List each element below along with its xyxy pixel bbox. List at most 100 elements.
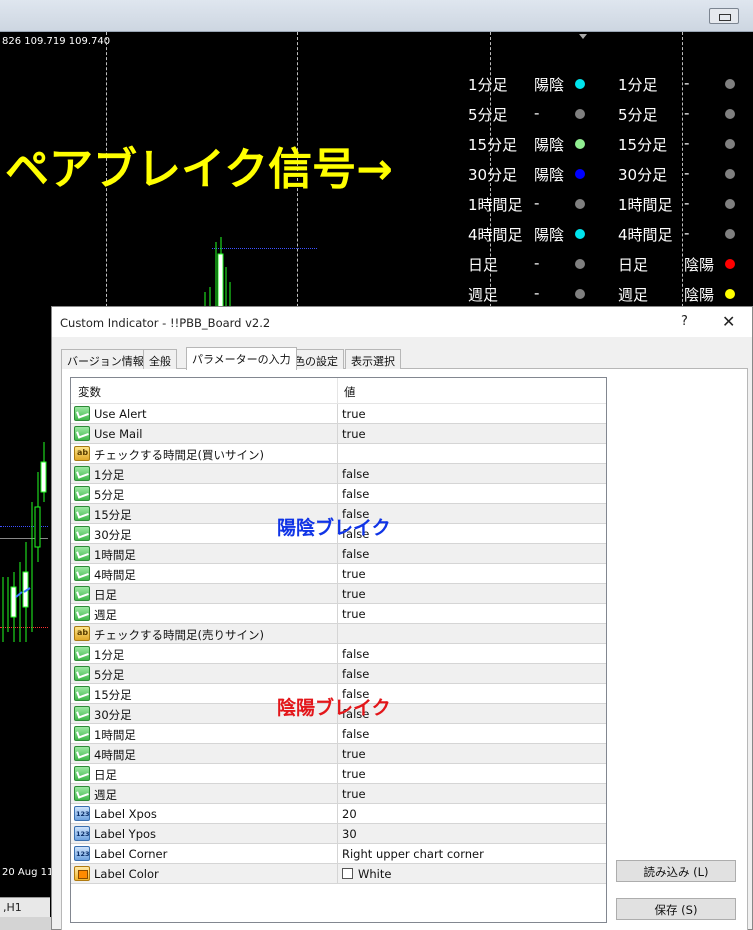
table-row[interactable]: 日足 true	[71, 584, 606, 604]
table-row[interactable]: 5分足 false	[71, 484, 606, 504]
table-row[interactable]: 週足 true	[71, 784, 606, 804]
tab-2[interactable]: パラメーターの入力	[186, 347, 297, 370]
param-name: Use Mail	[94, 427, 143, 441]
cell-separator	[337, 564, 338, 584]
param-value[interactable]: true	[342, 587, 366, 601]
color-swatch[interactable]	[342, 868, 353, 879]
param-value[interactable]: true	[342, 427, 366, 441]
param-bool-icon	[74, 666, 90, 681]
table-row[interactable]: Use Alert true	[71, 404, 606, 424]
signal-status: 陽陰	[534, 226, 565, 244]
window-title-strip	[0, 0, 753, 32]
cell-separator	[337, 764, 338, 784]
cell-separator	[337, 584, 338, 604]
signal-timeframe: 1分足	[468, 76, 508, 94]
save-button[interactable]: 保存 (S)	[616, 898, 736, 920]
signal-row-left: 30分足 陽陰	[468, 164, 598, 194]
param-name: 4時間足	[94, 568, 136, 582]
param-value[interactable]: true	[342, 767, 366, 781]
pair-break-signal-banner: ペアブレイク信号→	[5, 144, 393, 195]
signal-timeframe: 1時間足	[618, 196, 673, 214]
table-row[interactable]: チェックする時間足(売りサイン)	[71, 624, 606, 644]
cell-separator	[337, 544, 338, 564]
table-row[interactable]: 1時間足 false	[71, 724, 606, 744]
table-row[interactable]: 1分足 false	[71, 644, 606, 664]
param-value[interactable]: false	[342, 667, 369, 681]
param-name: チェックする時間足(売りサイン)	[94, 628, 264, 642]
param-name: 日足	[94, 588, 117, 602]
signal-dot-icon	[725, 79, 735, 89]
param-value[interactable]: false	[342, 487, 369, 501]
table-row[interactable]: 日足 true	[71, 764, 606, 784]
param-value[interactable]: false	[342, 467, 369, 481]
table-row[interactable]: 1分足 false	[71, 464, 606, 484]
table-row[interactable]: 1時間足 false	[71, 544, 606, 564]
table-row[interactable]: 週足 true	[71, 604, 606, 624]
param-bool-icon	[74, 506, 90, 521]
signal-row-right: 15分足 -	[618, 134, 748, 164]
column-header-value[interactable]: 値	[344, 384, 356, 400]
parameter-grid[interactable]: 変数 値 Use Alert true Use Mail true チェックする時間足(…	[70, 377, 607, 923]
param-name: Label Color	[94, 867, 159, 881]
custom-indicator-dialog: Custom Indicator - !!PBB_Board v2.2 ? ✕ …	[51, 306, 753, 930]
param-value[interactable]: Right upper chart corner	[342, 847, 484, 861]
signal-dot-icon	[575, 79, 585, 89]
signal-status: -	[684, 74, 690, 92]
signal-row-left: 日足 -	[468, 254, 598, 284]
restore-window-icon[interactable]	[709, 8, 739, 24]
cell-separator	[337, 864, 338, 884]
param-name: 15分足	[94, 688, 132, 702]
table-row[interactable]: チェックする時間足(買いサイン)	[71, 444, 606, 464]
tab-0[interactable]: バージョン情報	[61, 349, 150, 369]
signal-status: 陰陽	[684, 286, 715, 304]
param-value[interactable]: true	[342, 787, 366, 801]
tab-4[interactable]: 表示選択	[345, 349, 401, 369]
table-row[interactable]: Label Xpos 20	[71, 804, 606, 824]
param-name: 1分足	[94, 648, 125, 662]
param-value[interactable]: false	[342, 727, 369, 741]
param-value[interactable]: true	[342, 747, 366, 761]
param-name: チェックする時間足(買いサイン)	[94, 448, 264, 462]
close-icon[interactable]: ✕	[722, 312, 735, 331]
param-value[interactable]: 30	[342, 827, 357, 841]
table-row[interactable]: 5分足 false	[71, 664, 606, 684]
timeframe-tab[interactable]: ,H1	[0, 897, 50, 917]
param-value[interactable]: false	[342, 547, 369, 561]
help-button[interactable]: ?	[681, 314, 688, 329]
column-separator[interactable]	[337, 378, 338, 404]
signal-status: -	[534, 284, 540, 302]
param-bool-icon	[74, 646, 90, 661]
param-value[interactable]: true	[342, 407, 366, 421]
table-row[interactable]: Use Mail true	[71, 424, 606, 444]
table-row[interactable]: 4時間足 true	[71, 564, 606, 584]
signal-status: -	[684, 134, 690, 152]
param-bool-icon	[74, 586, 90, 601]
signal-dot-icon	[575, 139, 585, 149]
buy-break-annotation: 陽陰ブレイク	[277, 517, 391, 539]
chart-shift-marker-icon[interactable]	[579, 34, 587, 39]
table-row[interactable]: Label Corner Right upper chart corner	[71, 844, 606, 864]
param-value[interactable]: 20	[342, 807, 357, 821]
param-name: 1分足	[94, 468, 125, 482]
tab-1[interactable]: 全般	[143, 349, 177, 369]
param-name: 30分足	[94, 528, 132, 542]
signal-row-left: 5分足 -	[468, 104, 598, 134]
signal-dot-icon	[725, 289, 735, 299]
signal-row-left: 1分足 陽陰	[468, 74, 598, 104]
load-button[interactable]: 読み込み (L)	[616, 860, 736, 882]
signal-timeframe: 30分足	[468, 166, 518, 184]
param-value[interactable]: true	[342, 567, 366, 581]
param-color-icon	[74, 866, 90, 881]
param-value[interactable]: White	[342, 867, 391, 881]
table-row[interactable]: Label Color White	[71, 864, 606, 884]
table-row[interactable]: 4時間足 true	[71, 744, 606, 764]
table-row[interactable]: Label Ypos 30	[71, 824, 606, 844]
signal-dot-icon	[575, 259, 585, 269]
column-header-variable[interactable]: 変数	[78, 384, 101, 400]
cell-separator	[337, 844, 338, 864]
param-value[interactable]: true	[342, 607, 366, 621]
param-value[interactable]: false	[342, 647, 369, 661]
param-name: 週足	[94, 788, 117, 802]
cell-separator	[337, 724, 338, 744]
param-bool-icon	[74, 466, 90, 481]
